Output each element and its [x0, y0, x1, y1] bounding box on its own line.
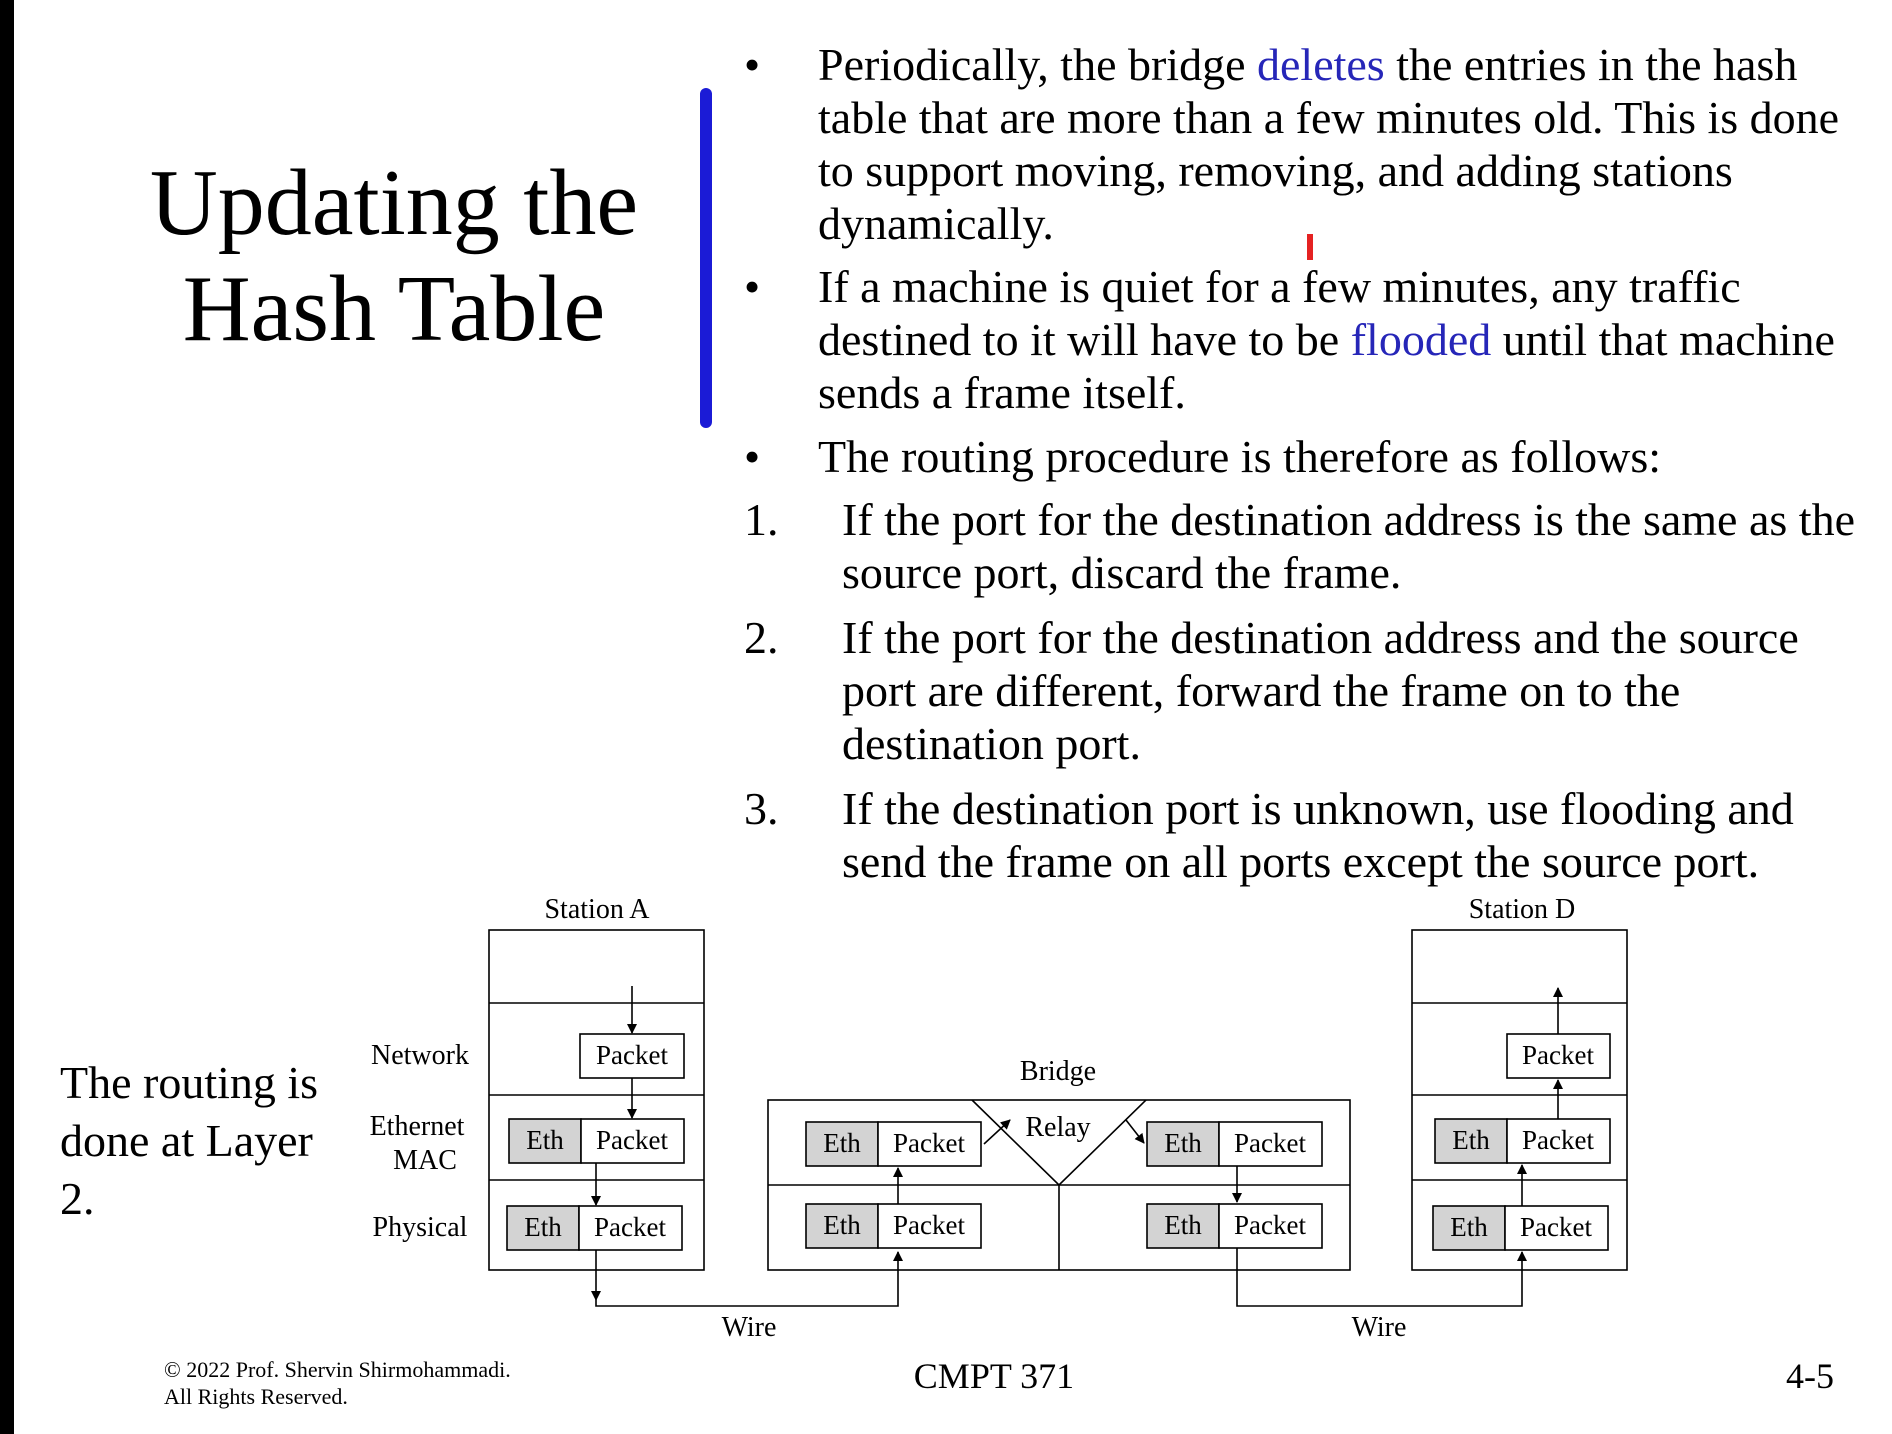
eth-label: Eth [1164, 1128, 1202, 1158]
packet-label: Packet [893, 1210, 965, 1240]
bridge-right-mac-frame: Eth Packet [1146, 1121, 1323, 1167]
packet-label: Packet [1234, 1210, 1306, 1240]
packet-label: Packet [1520, 1212, 1592, 1242]
layer-label-physical: Physical [373, 1212, 468, 1243]
bridge-right-physical-frame: Eth Packet [1146, 1203, 1323, 1249]
station-d-label: Station D [1469, 894, 1576, 925]
bridge-label: Bridge [1020, 1056, 1096, 1087]
eth-label: Eth [823, 1210, 861, 1240]
packet-label: Packet [1522, 1125, 1594, 1155]
packet-label: Packet [1234, 1128, 1306, 1158]
footer-copyright: © 2022 Prof. Shervin Shirmohammadi. All … [164, 1357, 511, 1409]
bridge-left-physical-frame: Eth Packet [805, 1203, 982, 1249]
relay-label: Relay [1025, 1112, 1090, 1143]
station-a-physical-frame: Eth Packet [506, 1205, 683, 1251]
footer-course: CMPT 371 [913, 1356, 1075, 1396]
eth-label: Eth [1452, 1125, 1490, 1155]
layer-label-mac: MAC [393, 1145, 457, 1176]
eth-label: Eth [524, 1212, 562, 1242]
station-a-network-packet: Packet [579, 1033, 685, 1079]
layer-label-network: Network [371, 1040, 469, 1071]
layer-label-ethernet: Ethernet [370, 1111, 465, 1142]
packet-label: Packet [893, 1128, 965, 1158]
wire-label-left: Wire [722, 1312, 777, 1343]
eth-label: Eth [1164, 1210, 1202, 1240]
packet-label: Packet [596, 1125, 668, 1155]
packet-label: Packet [1522, 1040, 1594, 1070]
data-flow-arrows [591, 986, 1563, 1307]
eth-label: Eth [1450, 1212, 1488, 1242]
bridge-left-mac-frame: Eth Packet [805, 1121, 982, 1167]
packet-label: Packet [594, 1212, 666, 1242]
eth-label: Eth [526, 1125, 564, 1155]
station-a-mac-frame: Eth Packet [508, 1118, 685, 1164]
station-d-physical-frame: Eth Packet [1432, 1205, 1609, 1251]
station-a-label: Station A [544, 894, 650, 925]
eth-label: Eth [823, 1128, 861, 1158]
slide: Updating the Hash Table • Periodically, … [14, 0, 1892, 1434]
station-d-mac-frame: Eth Packet [1434, 1118, 1611, 1164]
wire-label-right: Wire [1352, 1312, 1407, 1343]
footer-page-number: 4-5 [1786, 1356, 1834, 1396]
bridge-diagram: Packet Eth Packet Eth Packet Eth Packet … [370, 894, 1628, 1343]
packet-label: Packet [596, 1040, 668, 1070]
station-d-network-packet: Packet [1506, 1033, 1611, 1079]
